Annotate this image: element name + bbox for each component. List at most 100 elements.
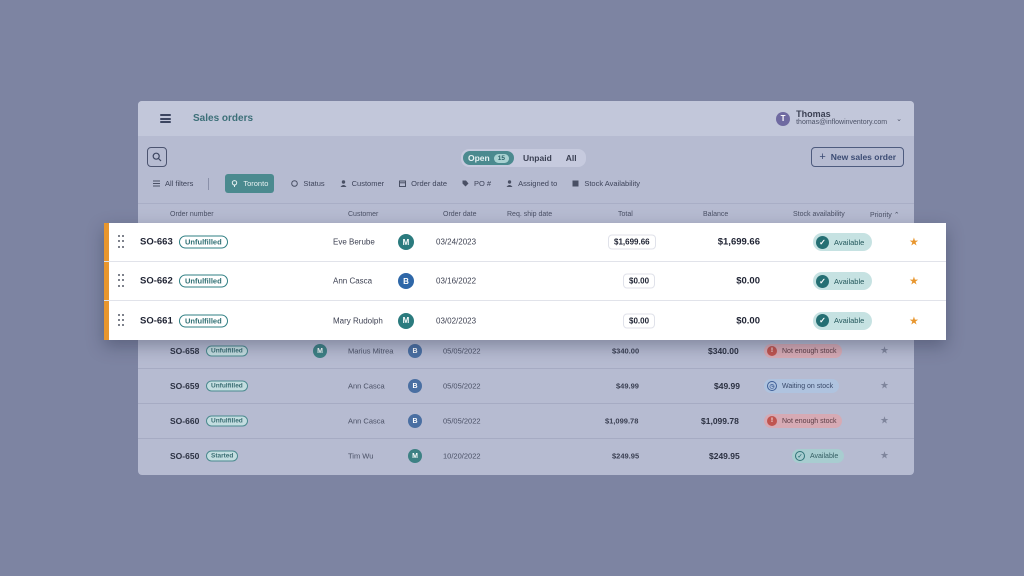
- order-number[interactable]: SO-663: [140, 237, 173, 248]
- filter-all-label: All filters: [165, 179, 194, 188]
- customer-name: Marius Mitrea: [348, 346, 394, 356]
- filter-stock[interactable]: Stock Availability: [572, 179, 640, 188]
- chevron-down-icon[interactable]: ⌄: [896, 115, 902, 123]
- tab-unpaid[interactable]: Unpaid: [518, 151, 557, 165]
- toolbar: Open 15 Unpaid All + New sales order All…: [138, 136, 914, 203]
- order-number[interactable]: SO-662: [140, 276, 173, 287]
- customer-name: Ann Casca: [333, 276, 373, 286]
- table-row[interactable]: SO-650 Started Tim Wu M 10/20/2022 $249.…: [138, 438, 914, 473]
- col-balance[interactable]: Balance: [703, 211, 728, 218]
- box-icon: [572, 180, 579, 187]
- tab-open[interactable]: Open 15: [463, 151, 514, 165]
- user-menu[interactable]: T Thomas thomas@inflowinventory.com ⌄: [776, 110, 902, 127]
- order-date: 05/05/2022: [443, 381, 481, 391]
- calendar-icon: [399, 180, 407, 187]
- person-icon: [506, 180, 513, 187]
- order-date: 03/02/2023: [436, 316, 477, 325]
- col-order-date[interactable]: Order date: [443, 211, 476, 218]
- customer-name: Ann Casca: [348, 381, 385, 391]
- customer-name: Mary Rudolph: [333, 316, 383, 325]
- order-date: 03/24/2023: [436, 237, 477, 247]
- balance: $0.00: [736, 315, 760, 326]
- stock-label: Waiting on stock: [782, 382, 834, 390]
- status-badge: Started: [206, 450, 239, 462]
- stock-label: Not enough stock: [782, 417, 837, 425]
- filter-po-label: PO #: [474, 179, 492, 188]
- user-email: thomas@inflowinventory.com: [796, 119, 888, 126]
- table-row[interactable]: SO-663 Unfulfilled Eve Berube M 03/24/20…: [104, 223, 946, 262]
- clock-icon: ◷: [767, 381, 777, 391]
- filter-assigned-label: Assigned to: [518, 179, 558, 188]
- person-icon: [340, 180, 347, 187]
- customer-name: Tim Wu: [348, 451, 374, 461]
- stock-status: ✓ Available: [813, 233, 873, 251]
- order-number[interactable]: SO-660: [170, 416, 199, 426]
- filter-status[interactable]: Status: [291, 179, 325, 188]
- table-row[interactable]: SO-659 Unfulfilled Ann Casca B 05/05/202…: [138, 368, 914, 403]
- filter-all[interactable]: All filters: [153, 179, 193, 188]
- status-badge: Unfulfilled: [179, 235, 228, 249]
- filter-order-date[interactable]: Order date: [399, 179, 447, 188]
- highlighted-rows: SO-663 Unfulfilled Eve Berube M 03/24/20…: [104, 223, 946, 340]
- col-req-ship-date[interactable]: Req. ship date: [507, 211, 552, 218]
- filter-po[interactable]: PO #: [462, 179, 491, 188]
- search-icon: [152, 152, 162, 162]
- location-pin-icon: [232, 180, 238, 187]
- check-icon: ✓: [816, 314, 829, 327]
- new-sales-order-button[interactable]: + New sales order: [811, 147, 904, 167]
- menu-icon[interactable]: [160, 114, 171, 123]
- col-customer[interactable]: Customer: [348, 211, 378, 218]
- total: $49.99: [616, 381, 639, 391]
- order-date: 03/16/2022: [436, 276, 477, 286]
- order-number[interactable]: SO-661: [140, 315, 173, 326]
- drag-handle-icon[interactable]: [118, 313, 124, 328]
- star-icon[interactable]: ★: [880, 381, 889, 392]
- drag-handle-icon[interactable]: [118, 274, 124, 288]
- plus-icon: +: [819, 151, 826, 163]
- table-header: Order number Customer Order date Req. sh…: [138, 203, 914, 223]
- filter-assigned[interactable]: Assigned to: [506, 179, 557, 188]
- filter-stock-label: Stock Availability: [584, 179, 641, 188]
- avatar: M: [398, 234, 414, 250]
- star-icon[interactable]: ★: [880, 346, 889, 357]
- search-button[interactable]: [147, 147, 167, 167]
- star-icon[interactable]: ★: [909, 314, 919, 327]
- alert-icon: !: [767, 416, 777, 426]
- star-icon[interactable]: ★: [880, 451, 889, 462]
- stock-status: ! Not enough stock: [764, 414, 843, 428]
- total: $249.95: [612, 451, 640, 461]
- filter-customer[interactable]: Customer: [340, 179, 384, 188]
- table-row[interactable]: SO-662 Unfulfilled Ann Casca B 03/16/202…: [104, 262, 946, 301]
- status-icon: [291, 180, 299, 187]
- drag-handle-icon[interactable]: [118, 235, 124, 249]
- filter-order-date-label: Order date: [411, 179, 448, 188]
- col-priority[interactable]: Priority ⌃: [870, 211, 900, 219]
- balance: $249.95: [709, 451, 740, 461]
- filter-location[interactable]: Toronto: [225, 174, 275, 193]
- tab-all[interactable]: All: [561, 151, 582, 165]
- col-order-number[interactable]: Order number: [170, 211, 214, 218]
- order-number[interactable]: SO-650: [170, 451, 199, 461]
- stock-status: ✓ Available: [792, 449, 845, 463]
- col-total[interactable]: Total: [618, 211, 633, 218]
- stock-label: Not enough stock: [782, 347, 837, 355]
- total: $1,699.66: [608, 234, 656, 250]
- order-number[interactable]: SO-659: [170, 381, 199, 391]
- star-icon[interactable]: ★: [909, 275, 919, 288]
- table-row[interactable]: SO-660 Unfulfilled Ann Casca B 05/05/202…: [138, 403, 914, 438]
- stock-status: ◷ Waiting on stock: [764, 379, 840, 393]
- col-stock[interactable]: Stock availability: [793, 211, 845, 218]
- avatar: B: [408, 414, 422, 428]
- order-number[interactable]: SO-658: [170, 346, 199, 356]
- avatar: B: [408, 344, 422, 358]
- customer-name: Ann Casca: [348, 416, 385, 426]
- table-row[interactable]: SO-661 Unfulfilled Mary Rudolph M 03/02/…: [104, 301, 946, 340]
- list-icon: [153, 180, 160, 187]
- order-date: 05/05/2022: [443, 416, 481, 426]
- page-title: Sales orders: [193, 113, 254, 124]
- tag-icon: [462, 180, 469, 187]
- star-icon[interactable]: ★: [880, 416, 889, 427]
- star-icon[interactable]: ★: [909, 236, 919, 249]
- stock-status: ✓ Available: [813, 272, 873, 290]
- new-sales-order-label: New sales order: [830, 152, 896, 162]
